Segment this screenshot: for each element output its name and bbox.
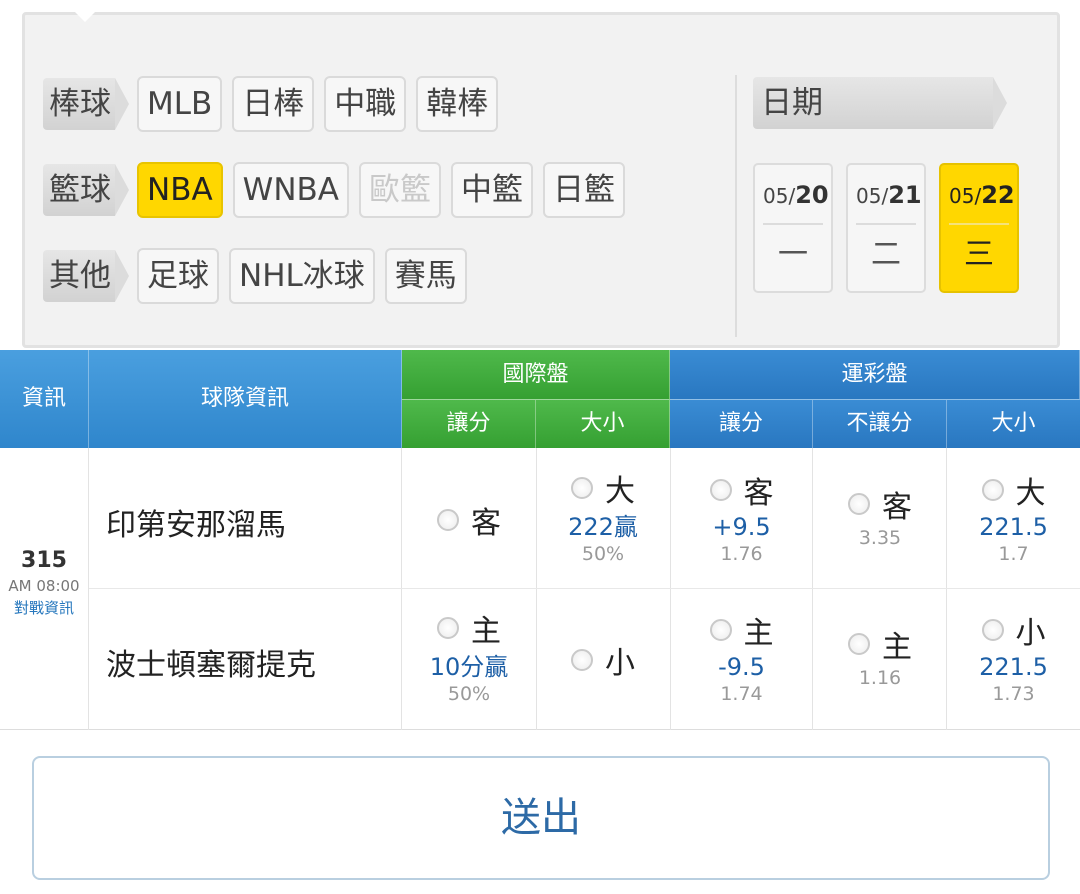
header-team-info: 球隊資訊 xyxy=(89,350,402,448)
chip-mlb[interactable]: MLB xyxy=(137,76,223,132)
submit-button[interactable]: 送出 xyxy=(32,756,1050,880)
lottery-moneyline-home[interactable]: 主 1.16 xyxy=(813,622,947,690)
header-info: 資訊 xyxy=(0,350,89,448)
lottery-spread-away[interactable]: 客 +9.5 1.76 xyxy=(670,468,813,566)
lottery-moneyline-odds: 1.16 xyxy=(858,667,902,689)
lottery-total-line: 221.5 xyxy=(979,513,1048,541)
filter-row-baseball: 棒球 MLB 日棒 中職 韓棒 xyxy=(43,76,508,132)
lottery-total-line: 221.5 xyxy=(979,653,1048,681)
lottery-total-odds: 1.7 xyxy=(998,543,1029,565)
filter-row-basketball: 籃球 NBA WNBA 歐籃 中籃 日籃 xyxy=(43,162,635,218)
lottery-spread-odds: 1.76 xyxy=(720,543,763,565)
date-weekday: 三 xyxy=(964,237,994,272)
chip-nba[interactable]: NBA xyxy=(137,162,223,218)
lottery-spread-line: -9.5 xyxy=(718,653,765,681)
chip-horse-racing[interactable]: 賽馬 xyxy=(384,248,467,304)
matchup-info-link[interactable]: 對戰資訊 xyxy=(0,597,88,618)
odds-table: 資訊 球隊資訊 國際盤 讓分 大小 運彩盤 讓分 不讓分 大小 315 AM 0… xyxy=(0,350,1080,730)
radio-button[interactable] xyxy=(848,633,870,655)
lottery-spread-odds: 1.74 xyxy=(720,683,763,705)
team-away: 印第安那溜馬 xyxy=(106,508,286,543)
chip-soccer[interactable]: 足球 xyxy=(137,248,219,304)
lottery-total-under[interactable]: 小 221.5 1.73 xyxy=(947,608,1080,706)
radio-button[interactable] xyxy=(571,477,593,499)
chip-japan-basketball[interactable]: 日籃 xyxy=(543,162,625,218)
intl-spread-away[interactable]: 客 xyxy=(402,498,536,542)
intl-spread-line: 10分贏 xyxy=(429,653,509,681)
date-month-day: 05/20 xyxy=(763,165,829,225)
lottery-spread-home[interactable]: 主 -9.5 1.74 xyxy=(670,608,813,706)
radio-button[interactable] xyxy=(709,479,732,501)
column-divider xyxy=(88,448,89,730)
game-time: AM 08:00 xyxy=(8,577,80,595)
date-month-day: 05/22 xyxy=(949,165,1015,225)
lottery-total-odds: 1.73 xyxy=(992,683,1035,705)
radio-button[interactable] xyxy=(848,493,870,515)
chip-japan-baseball[interactable]: 日棒 xyxy=(232,76,315,132)
chip-cpbl[interactable]: 中職 xyxy=(324,76,407,132)
intl-spread-home[interactable]: 主 10分贏 50% xyxy=(402,606,536,706)
header-lottery-moneyline: 不讓分 xyxy=(813,400,947,448)
date-card-0520[interactable]: 05/20 一 xyxy=(753,163,833,293)
category-tag-baseball: 棒球 xyxy=(43,78,129,130)
intl-spread-pct: 50% xyxy=(447,683,491,705)
header-lottery-group: 運彩盤 xyxy=(670,350,1080,400)
row-divider xyxy=(89,588,1080,589)
game-number: 315 xyxy=(21,548,67,573)
date-weekday: 一 xyxy=(778,237,808,272)
radio-button[interactable] xyxy=(571,649,593,671)
intl-total-line: 222贏 xyxy=(568,513,638,541)
chip-euro-basketball: 歐籃 xyxy=(359,162,441,218)
chip-chinese-basketball[interactable]: 中籃 xyxy=(451,162,533,218)
chip-kbo[interactable]: 韓棒 xyxy=(416,76,499,132)
header-lottery-spread: 讓分 xyxy=(670,400,813,448)
category-tag-basketball: 籃球 xyxy=(43,164,129,216)
intl-total-pct: 50% xyxy=(581,543,625,565)
header-intl-total: 大小 xyxy=(536,400,670,448)
header-intl-spread: 讓分 xyxy=(402,400,536,448)
date-card-0522[interactable]: 05/22 三 xyxy=(939,163,1019,293)
odds-table-body: 315 AM 08:00 對戰資訊 印第安那溜馬 客 大 222贏 50% 客 … xyxy=(0,448,1080,730)
lottery-spread-line: +9.5 xyxy=(712,513,771,541)
category-tag-other: 其他 xyxy=(43,250,129,302)
date-card-0521[interactable]: 05/21 二 xyxy=(846,163,926,293)
date-month-day: 05/21 xyxy=(856,165,922,225)
chip-nhl[interactable]: NHL冰球 xyxy=(229,248,375,304)
lottery-total-over[interactable]: 大 221.5 1.7 xyxy=(947,468,1080,566)
header-lottery-total: 大小 xyxy=(947,400,1080,448)
intl-total-over[interactable]: 大 222贏 50% xyxy=(536,466,670,566)
lottery-moneyline-away[interactable]: 客 3.35 xyxy=(813,482,947,550)
chip-wnba[interactable]: WNBA xyxy=(232,162,349,218)
radio-button[interactable] xyxy=(709,619,732,641)
lottery-moneyline-odds: 3.35 xyxy=(858,527,902,549)
header-intl-group: 國際盤 xyxy=(402,350,670,400)
filter-row-other: 其他 足球 NHL冰球 賽馬 xyxy=(43,248,477,304)
intl-total-under[interactable]: 小 xyxy=(536,638,670,682)
filter-divider xyxy=(735,75,737,337)
team-home: 波士頓塞爾提克 xyxy=(106,648,316,683)
game-info: 315 AM 08:00 對戰資訊 xyxy=(0,548,88,618)
panel-notch xyxy=(75,12,95,22)
sport-filter-panel: 棒球 MLB 日棒 中職 韓棒 籃球 NBA WNBA 歐籃 中籃 日籃 其他 … xyxy=(22,12,1060,348)
date-weekday: 二 xyxy=(871,237,901,272)
radio-button[interactable] xyxy=(437,509,459,531)
radio-button[interactable] xyxy=(981,479,1004,501)
radio-button[interactable] xyxy=(981,619,1004,641)
radio-button[interactable] xyxy=(437,617,459,639)
date-label: 日期 xyxy=(753,77,1007,129)
